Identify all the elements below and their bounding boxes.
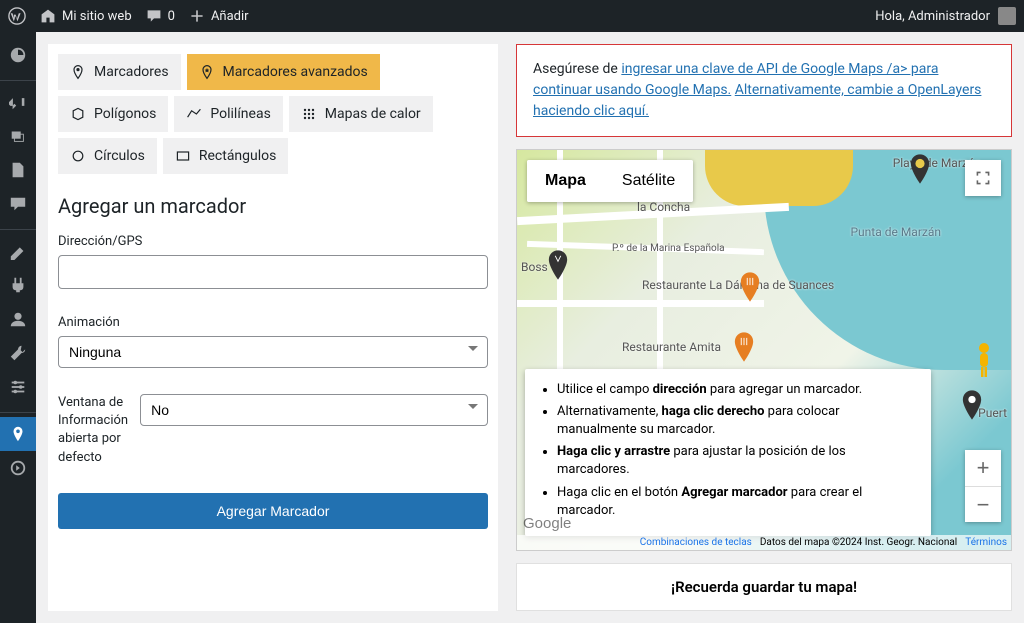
admin-bar: Mi sitio web 0 Añadir Hola, Administrado… [0,0,1024,32]
attrib-shortcuts[interactable]: Combinaciones de teclas [640,537,752,548]
poi-marina: P.º de la Marina Española [612,243,725,254]
polygon-icon [70,106,86,122]
tab-advanced-markers[interactable]: Marcadores avanzados [187,54,380,90]
tip-4: Haga clic en el botón Agregar marcador p… [557,484,917,520]
map-type-map[interactable]: Mapa [527,160,604,202]
map-canvas[interactable]: Playa de Marzán la Concha Punta de Marzá… [516,149,1012,551]
tab-polygons[interactable]: Polígonos [58,96,168,132]
warning-prefix: Asegúrese de [533,61,621,77]
sidebar-users[interactable] [0,302,36,336]
map-zoom-control: + − [965,450,1001,522]
poi-amita: Restaurante Amita [622,340,721,354]
tab-markers-label: Marcadores [94,64,169,80]
comments-link[interactable]: 0 [146,8,175,24]
main-content: Marcadores Marcadores avanzados Polígono… [36,32,1024,623]
map-beach [705,150,853,206]
sidebar-dashboard[interactable] [0,38,36,72]
user-greeting[interactable]: Hola, Administrador [875,7,1016,25]
poi-pin-icon [909,154,931,184]
tab-circles[interactable]: Círculos [58,138,157,174]
tab-rectangles-label: Rectángulos [199,148,277,164]
tab-polylines-label: Polilíneas [210,106,270,122]
tab-markers[interactable]: Marcadores [58,54,181,90]
map-attribution: Combinaciones de teclas Datos del mapa ©… [517,535,1011,550]
add-marker-button[interactable]: Agregar Marcador [58,493,488,529]
form-title: Agregar un marcador [58,194,488,218]
poi-concha: la Concha [637,200,690,214]
animation-select[interactable]: Ninguna [58,336,488,368]
map-fullscreen-button[interactable] [965,160,1001,196]
poi-pin-icon [733,332,755,362]
map-type-satellite[interactable]: Satélite [604,160,693,202]
poi-boss: Boss [521,260,548,274]
sidebar-comments[interactable] [0,187,36,221]
marker-icon [70,64,86,80]
sidebar-appearance[interactable] [0,234,36,268]
avatar [998,7,1016,25]
map-zoom-out[interactable]: − [965,486,1001,522]
address-label: Dirección/GPS [58,234,488,249]
save-reminder: ¡Recuerda guardar tu mapa! [516,563,1012,611]
sidebar-posts[interactable] [0,85,36,119]
attrib-data: Datos del mapa ©2024 Inst. Geogr. Nacion… [760,537,957,548]
circle-icon [70,148,86,164]
sidebar-media[interactable] [0,119,36,153]
map-type-control: Mapa Satélite [527,160,693,202]
site-name: Mi sitio web [62,9,132,24]
poi-pin-icon [547,250,569,280]
tip-2: Alternativamente, haga clic derecho para… [557,403,917,439]
animation-label: Animación [58,315,488,330]
rectangle-icon [175,148,191,164]
tip-1: Utilice el campo dirección para agregar … [557,381,917,399]
map-zoom-in[interactable]: + [965,450,1001,486]
sidebar-collapse[interactable] [0,451,36,485]
tab-polygons-label: Polígonos [94,106,156,122]
attrib-terms[interactable]: Términos [965,537,1007,548]
map-pegman[interactable] [969,340,999,380]
marker-panel: Marcadores Marcadores avanzados Polígono… [48,44,498,611]
tab-rectangles[interactable]: Rectángulos [163,138,289,174]
heatmap-icon [301,106,317,122]
poi-punta: Punta de Marzán [850,225,941,239]
comment-count: 0 [168,9,175,24]
poi-pin-icon [961,390,983,420]
sidebar-settings[interactable] [0,370,36,404]
tips-bubble: Utilice el campo dirección para agregar … [525,369,931,536]
sidebar-pages[interactable] [0,153,36,187]
tab-circles-label: Círculos [94,148,145,164]
tab-polylines[interactable]: Polilíneas [174,96,282,132]
polyline-icon [186,106,202,122]
greeting-text: Hola, Administrador [875,9,990,24]
infowindow-label: Ventana de Información abierta por defec… [58,394,128,467]
tab-heatmaps[interactable]: Mapas de calor [289,96,433,132]
tab-advanced-label: Marcadores avanzados [223,64,368,80]
advanced-marker-icon [199,64,215,80]
sidebar-tools[interactable] [0,336,36,370]
tab-heatmaps-label: Mapas de calor [325,106,421,122]
add-new-link[interactable]: Añadir [189,8,249,24]
poi-pin-icon [739,272,761,302]
infowindow-select[interactable]: No [140,394,488,426]
add-new-label: Añadir [211,9,249,24]
wp-logo[interactable] [8,7,26,25]
site-link[interactable]: Mi sitio web [40,8,132,24]
address-input[interactable] [58,255,488,289]
tip-3: Haga clic y arrastre para ajustar la pos… [557,443,917,479]
sidebar-maps[interactable] [0,417,36,451]
admin-sidebar [0,32,36,623]
api-key-warning: Asegúrese de ingresar una clave de API d… [516,44,1012,137]
drawing-tabs: Marcadores Marcadores avanzados Polígono… [58,54,488,174]
sidebar-plugins[interactable] [0,268,36,302]
google-logo: Google [523,515,571,532]
